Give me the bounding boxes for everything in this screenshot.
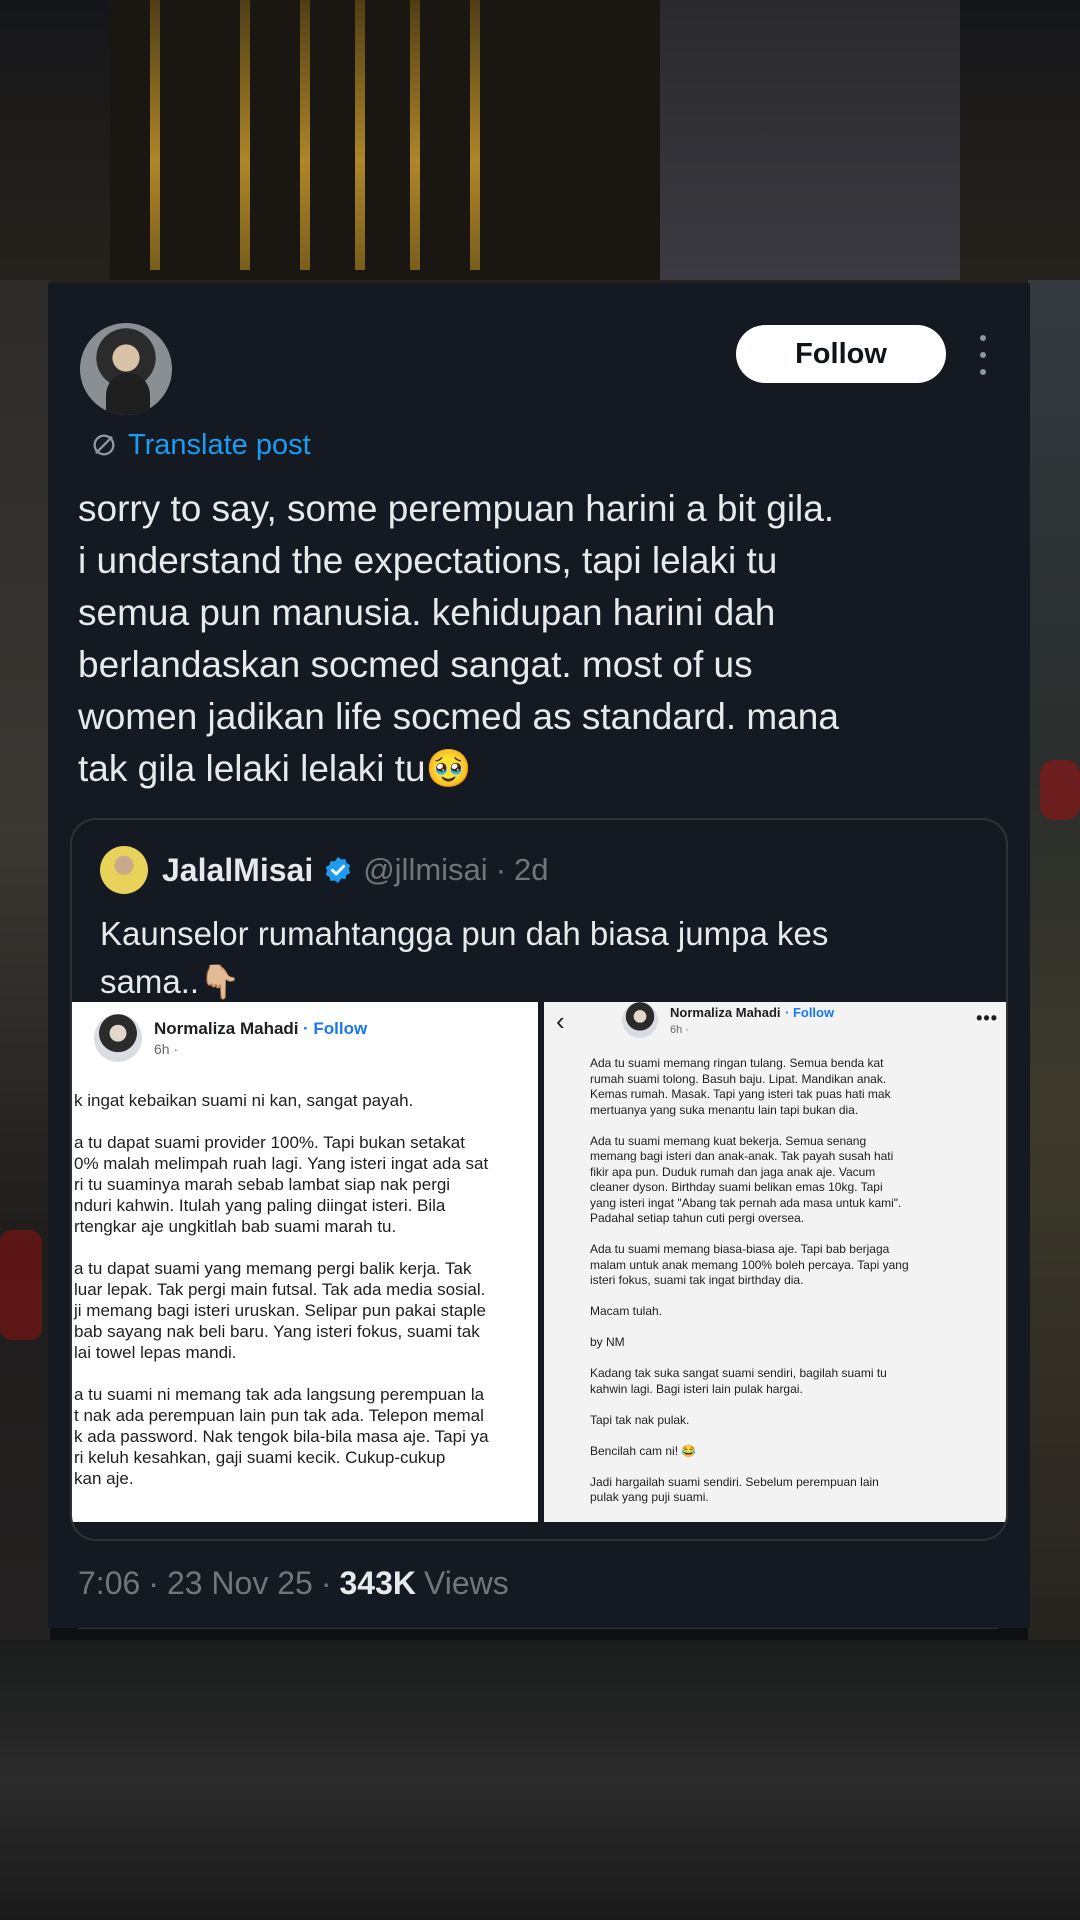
background-car	[1040, 760, 1080, 820]
fb-post-time: 6h ·	[670, 1024, 689, 1036]
post-text: sorry to say, some perempuan harini a bi…	[78, 488, 839, 789]
background-right-edge	[1028, 280, 1080, 1660]
translate-post-link[interactable]: Translate post	[90, 425, 311, 465]
fb-post-time: 6h ·	[154, 1041, 179, 1057]
quoted-post-age: 2d	[514, 852, 549, 887]
background-light-stripe	[410, 0, 420, 270]
quoted-post-media[interactable]: Normaliza Mahadi · Follow 6h · k ingat k…	[72, 1002, 1006, 1522]
translate-icon	[93, 434, 115, 456]
media-image-1[interactable]: Normaliza Mahadi · Follow 6h · k ingat k…	[72, 1002, 538, 1522]
fb-post-body: Ada tu suami memang ringan tulang. Semua…	[590, 1056, 909, 1504]
background-light-stripe	[240, 0, 250, 270]
more-vertical-icon[interactable]	[968, 335, 998, 375]
verified-badge-icon	[326, 856, 351, 884]
more-horizontal-icon: •••	[976, 1008, 998, 1028]
background-light-stripe	[150, 0, 160, 270]
background-light-stripe	[470, 0, 480, 270]
background-left-edge	[0, 280, 50, 1660]
divider	[78, 1628, 998, 1629]
quoted-post[interactable]: JalalMisai @jllmisai · 2d Kaunselor ruma…	[70, 818, 1008, 1541]
quoted-author-avatar[interactable]	[100, 846, 148, 894]
background-car	[0, 1230, 42, 1340]
quoted-post-header: JalalMisai @jllmisai · 2d	[100, 846, 549, 894]
fb-follow-link: · Follow	[784, 1005, 835, 1020]
fb-follow-link: · Follow	[303, 1019, 368, 1038]
quoted-author-name[interactable]: JalalMisai	[162, 852, 313, 889]
back-chevron-icon: ‹	[556, 1006, 565, 1036]
post-meta: 7:06 · 23 Nov 25 · 343K Views	[78, 1560, 509, 1606]
fb-author-avatar	[94, 1014, 142, 1062]
separator-dot: ·	[148, 1564, 159, 1601]
fb-author-name: Normaliza Mahadi	[670, 1005, 781, 1020]
separator-dot: ·	[320, 1564, 332, 1601]
translate-post-label: Translate post	[128, 428, 311, 461]
quoted-author-handle[interactable]: @jllmisai	[363, 852, 487, 888]
background-tower	[660, 0, 960, 280]
separator-dot: ·	[495, 852, 507, 887]
fb-post-header: Normaliza Mahadi · Follow 6h ·	[94, 1014, 367, 1062]
views-count: 343K	[339, 1564, 416, 1601]
fb-author-name: Normaliza Mahadi	[154, 1019, 299, 1038]
background-light-stripe	[355, 0, 365, 270]
views-label: Views	[423, 1564, 509, 1601]
background-light-stripe	[300, 0, 310, 270]
author-avatar[interactable]	[80, 323, 172, 415]
quoted-post-text: Kaunselor rumahtangga pun dah biasa jump…	[100, 915, 829, 1000]
fb-post-body: k ingat kebaikan suami ni kan, sangat pa…	[74, 1091, 489, 1488]
follow-button[interactable]: Follow	[736, 325, 946, 383]
background-street	[0, 1640, 1080, 1920]
post-card: Follow Translate post sorry to say, some…	[48, 283, 1030, 1629]
fb-post-header: Normaliza Mahadi · Follow 6h ·	[622, 1002, 834, 1038]
background-building	[110, 0, 670, 280]
media-image-2[interactable]: ‹ ••• Normaliza Mahadi · Follow 6h · Ada…	[544, 1002, 1006, 1522]
post-time[interactable]: 7:06	[78, 1565, 140, 1602]
fb-author-avatar	[622, 1002, 658, 1038]
post-date[interactable]: 23 Nov 25	[167, 1565, 313, 1602]
